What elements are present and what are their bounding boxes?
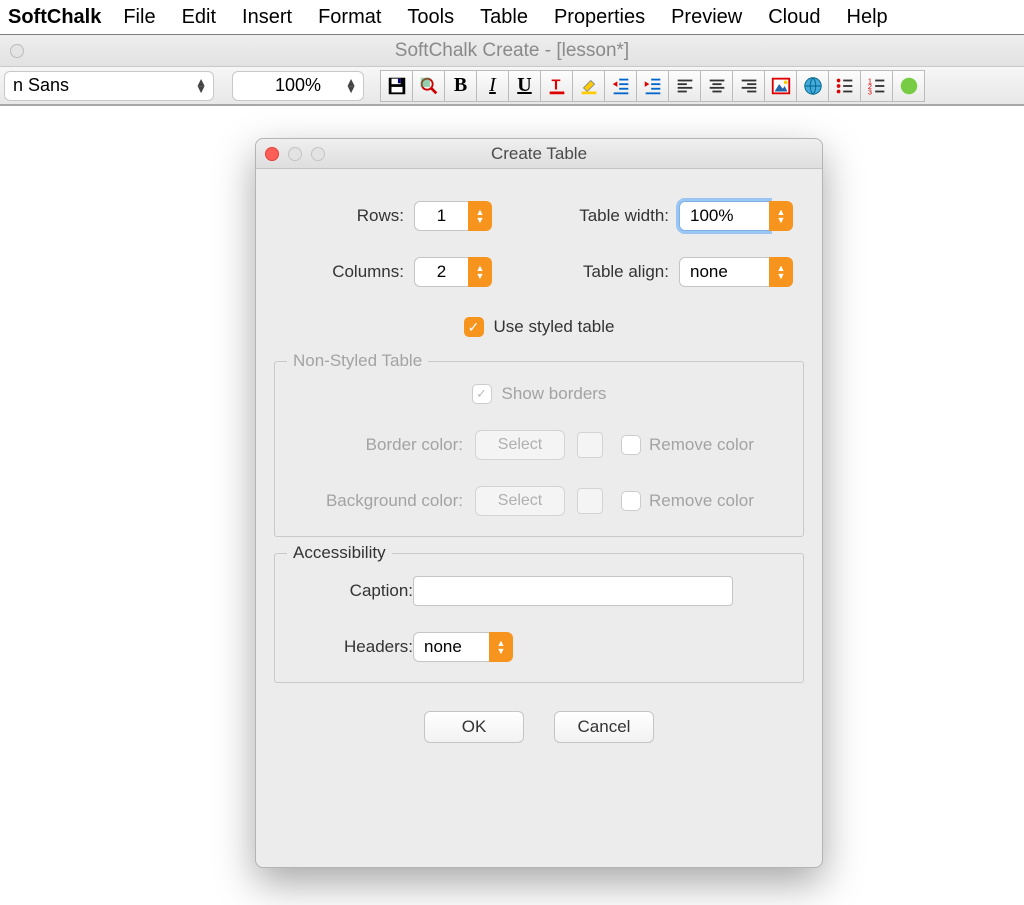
menu-tools[interactable]: Tools bbox=[407, 6, 454, 29]
bg-remove-label: Remove color bbox=[649, 491, 754, 511]
ok-button[interactable]: OK bbox=[424, 711, 524, 743]
rows-label: Rows: bbox=[284, 206, 404, 226]
headers-select[interactable]: ▲▼ bbox=[413, 632, 513, 662]
border-color-swatch bbox=[577, 432, 603, 458]
document-title: SoftChalk Create - [lesson*] bbox=[395, 40, 629, 62]
stepper-arrows-icon[interactable]: ▲▼ bbox=[468, 257, 492, 287]
menu-format[interactable]: Format bbox=[318, 6, 381, 29]
minimize-icon bbox=[288, 147, 302, 161]
chevron-updown-icon: ▲▼ bbox=[345, 79, 357, 93]
show-borders-checkbox: ✓ bbox=[472, 384, 492, 404]
caption-input[interactable] bbox=[413, 576, 733, 606]
rows-stepper[interactable]: ▲▼ bbox=[414, 201, 492, 231]
non-styled-fieldset: Non-Styled Table ✓ Show borders Border c… bbox=[274, 361, 804, 537]
toolbar: n Sans ▲▼ 100% ▲▼ B I U T 123 bbox=[0, 66, 1024, 106]
menu-insert[interactable]: Insert bbox=[242, 6, 292, 29]
italic-button[interactable]: I bbox=[476, 70, 509, 102]
columns-label: Columns: bbox=[284, 262, 404, 282]
chevron-updown-icon: ▲▼ bbox=[195, 79, 207, 93]
border-remove-label: Remove color bbox=[649, 435, 754, 455]
font-value: n Sans bbox=[13, 75, 69, 96]
use-styled-checkbox[interactable]: ✓ bbox=[464, 317, 484, 337]
zoom-selector[interactable]: 100% ▲▼ bbox=[232, 71, 364, 101]
save-button[interactable] bbox=[380, 70, 413, 102]
rows-input[interactable] bbox=[414, 201, 468, 231]
maximize-icon bbox=[311, 147, 325, 161]
highlight-button[interactable] bbox=[572, 70, 605, 102]
width-label: Table width: bbox=[549, 206, 669, 226]
bg-color-label: Background color: bbox=[293, 491, 463, 511]
non-styled-legend: Non-Styled Table bbox=[287, 351, 428, 371]
app-name: SoftChalk bbox=[8, 6, 101, 29]
bg-remove-checkbox bbox=[621, 491, 641, 511]
align-right-button[interactable] bbox=[732, 70, 765, 102]
svg-text:3: 3 bbox=[867, 87, 871, 96]
window-dot-icon bbox=[10, 44, 24, 58]
select-arrows-icon[interactable]: ▲▼ bbox=[769, 257, 793, 287]
bg-color-swatch bbox=[577, 488, 603, 514]
menu-properties[interactable]: Properties bbox=[554, 6, 645, 29]
columns-input[interactable] bbox=[414, 257, 468, 287]
show-borders-label: Show borders bbox=[502, 384, 607, 404]
align-input[interactable] bbox=[679, 257, 769, 287]
bold-button[interactable]: B bbox=[444, 70, 477, 102]
border-remove-checkbox bbox=[621, 435, 641, 455]
headers-label: Headers: bbox=[293, 637, 413, 657]
dialog-titlebar: Create Table bbox=[256, 139, 822, 169]
bg-color-select-button: Select bbox=[475, 486, 565, 516]
more-button[interactable] bbox=[892, 70, 925, 102]
menu-cloud[interactable]: Cloud bbox=[768, 6, 820, 29]
cancel-button[interactable]: Cancel bbox=[554, 711, 654, 743]
menu-preview[interactable]: Preview bbox=[671, 6, 742, 29]
border-color-select-button: Select bbox=[475, 430, 565, 460]
select-arrows-icon[interactable]: ▲▼ bbox=[489, 632, 513, 662]
align-center-button[interactable] bbox=[700, 70, 733, 102]
close-icon[interactable] bbox=[265, 147, 279, 161]
font-selector[interactable]: n Sans ▲▼ bbox=[4, 71, 214, 101]
align-label: Table align: bbox=[549, 262, 669, 282]
stepper-arrows-icon[interactable]: ▲▼ bbox=[468, 201, 492, 231]
menubar: SoftChalk File Edit Insert Format Tools … bbox=[0, 0, 1024, 34]
columns-stepper[interactable]: ▲▼ bbox=[414, 257, 492, 287]
border-color-label: Border color: bbox=[293, 435, 463, 455]
caption-label: Caption: bbox=[293, 581, 413, 601]
table-align-select[interactable]: ▲▼ bbox=[679, 257, 793, 287]
select-arrows-icon[interactable]: ▲▼ bbox=[769, 201, 793, 231]
text-color-button[interactable]: T bbox=[540, 70, 573, 102]
document-titlebar: SoftChalk Create - [lesson*] bbox=[0, 34, 1024, 66]
link-button[interactable] bbox=[796, 70, 829, 102]
headers-input[interactable] bbox=[413, 632, 489, 662]
outdent-button[interactable] bbox=[604, 70, 637, 102]
width-input[interactable] bbox=[679, 201, 769, 231]
image-button[interactable] bbox=[764, 70, 797, 102]
number-list-button[interactable]: 123 bbox=[860, 70, 893, 102]
menu-help[interactable]: Help bbox=[847, 6, 888, 29]
bullet-list-button[interactable] bbox=[828, 70, 861, 102]
menu-file[interactable]: File bbox=[123, 6, 155, 29]
accessibility-legend: Accessibility bbox=[287, 543, 392, 563]
menu-edit[interactable]: Edit bbox=[182, 6, 216, 29]
zoom-value: 100% bbox=[275, 75, 321, 96]
dialog-title: Create Table bbox=[491, 144, 587, 164]
find-button[interactable] bbox=[412, 70, 445, 102]
create-table-dialog: Create Table Rows: ▲▼ Table width: ▲▼ Co… bbox=[255, 138, 823, 868]
accessibility-fieldset: Accessibility Caption: Headers: ▲▼ bbox=[274, 553, 804, 683]
align-left-button[interactable] bbox=[668, 70, 701, 102]
table-width-select[interactable]: ▲▼ bbox=[679, 201, 793, 231]
svg-text:T: T bbox=[551, 77, 560, 93]
menu-table[interactable]: Table bbox=[480, 6, 528, 29]
indent-button[interactable] bbox=[636, 70, 669, 102]
underline-button[interactable]: U bbox=[508, 70, 541, 102]
use-styled-label: Use styled table bbox=[494, 317, 615, 337]
